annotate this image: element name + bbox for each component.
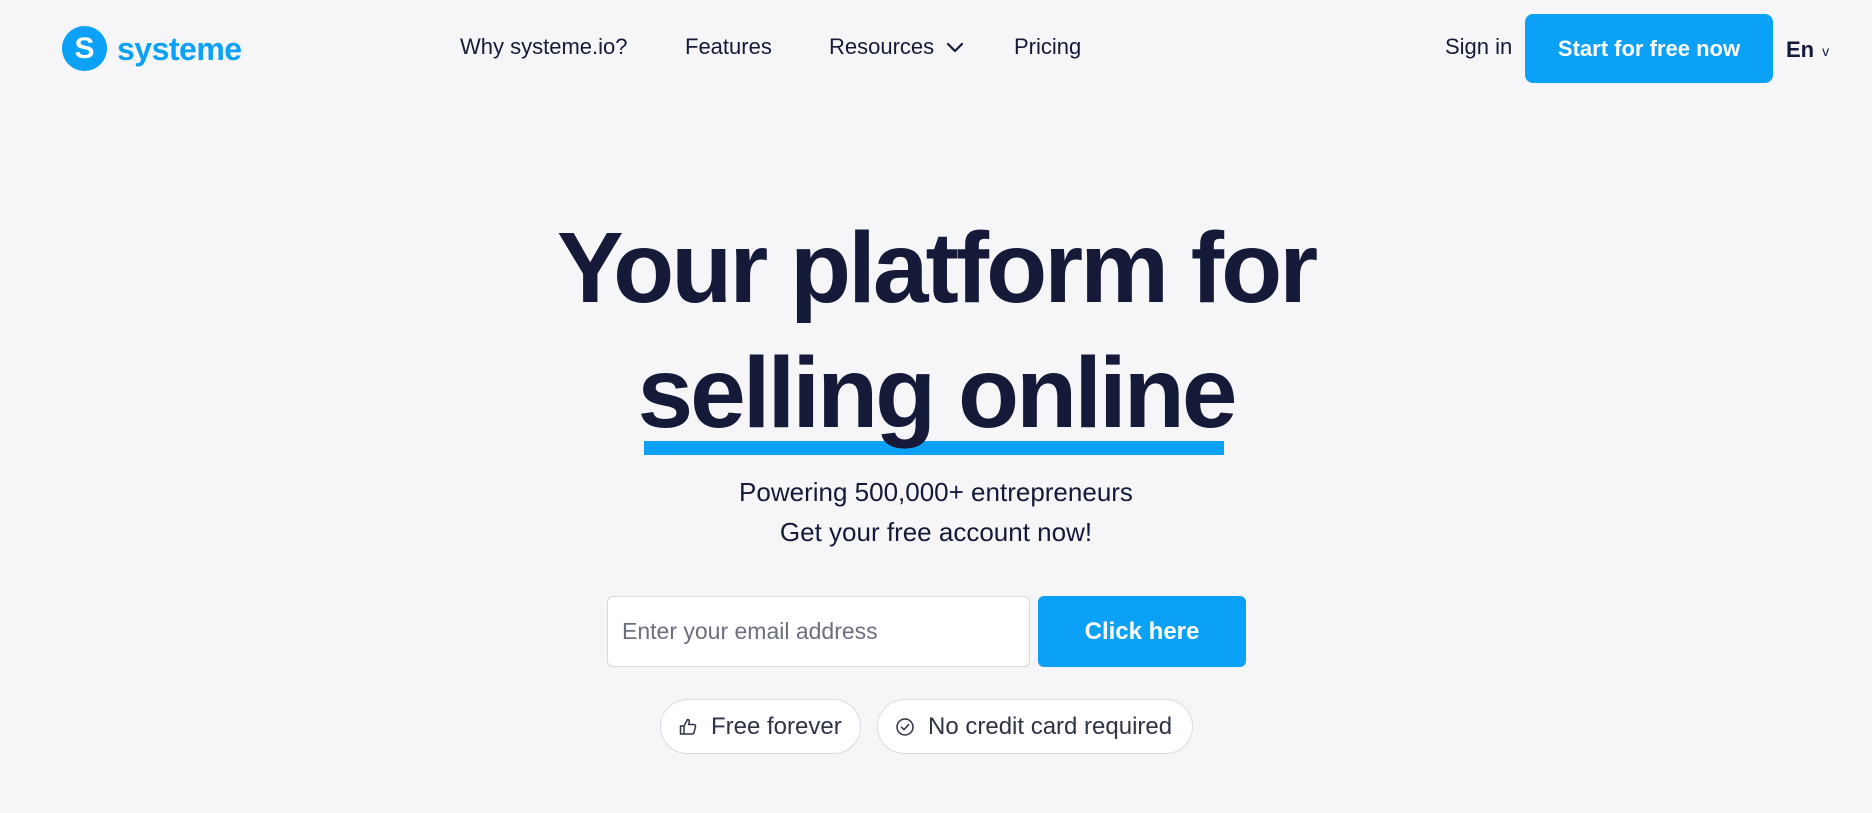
hero-title-highlight: selling online bbox=[637, 337, 1238, 449]
nav-item-resources[interactable]: Resources bbox=[829, 34, 964, 60]
email-input[interactable] bbox=[607, 596, 1030, 667]
nav-item-resources-label: Resources bbox=[829, 34, 935, 59]
check-circle-icon bbox=[894, 716, 916, 738]
site-header: S systeme Why systeme.io? Features Resou… bbox=[0, 0, 1872, 97]
start-free-button[interactable]: Start for free now bbox=[1525, 14, 1773, 83]
page: S systeme Why systeme.io? Features Resou… bbox=[0, 0, 1872, 813]
thumbs-up-icon bbox=[677, 716, 699, 738]
hero-subtitle-line1: Powering 500,000+ entrepreneurs bbox=[739, 477, 1133, 507]
no-credit-card-badge: No credit card required bbox=[877, 699, 1193, 754]
logo-mark-icon: S bbox=[62, 26, 107, 71]
free-forever-badge: Free forever bbox=[660, 699, 861, 754]
nav-item-pricing[interactable]: Pricing bbox=[1014, 34, 1081, 60]
chevron-down-icon bbox=[947, 42, 964, 53]
nav-item-features[interactable]: Features bbox=[685, 34, 772, 60]
hero-subtitle-line2: Get your free account now! bbox=[779, 517, 1093, 547]
hero-title-line1: Your platform for bbox=[556, 212, 1318, 324]
logo-text: systeme bbox=[117, 30, 242, 67]
language-selector[interactable]: En v bbox=[1786, 37, 1829, 63]
language-label: En bbox=[1786, 37, 1815, 62]
nav-item-why[interactable]: Why systeme.io? bbox=[460, 34, 628, 60]
logo-link[interactable]: S systeme bbox=[62, 26, 242, 71]
free-forever-label: Free forever bbox=[711, 712, 842, 740]
highlight-wrapper: selling online bbox=[638, 343, 1237, 455]
logo-letter: S bbox=[74, 31, 95, 65]
click-here-button[interactable]: Click here bbox=[1038, 596, 1246, 667]
language-caret-icon: v bbox=[1822, 43, 1830, 59]
sign-in-link[interactable]: Sign in bbox=[1445, 34, 1512, 60]
no-credit-card-label: No credit card required bbox=[928, 712, 1173, 740]
hero-title-line2: selling online bbox=[0, 343, 1872, 455]
